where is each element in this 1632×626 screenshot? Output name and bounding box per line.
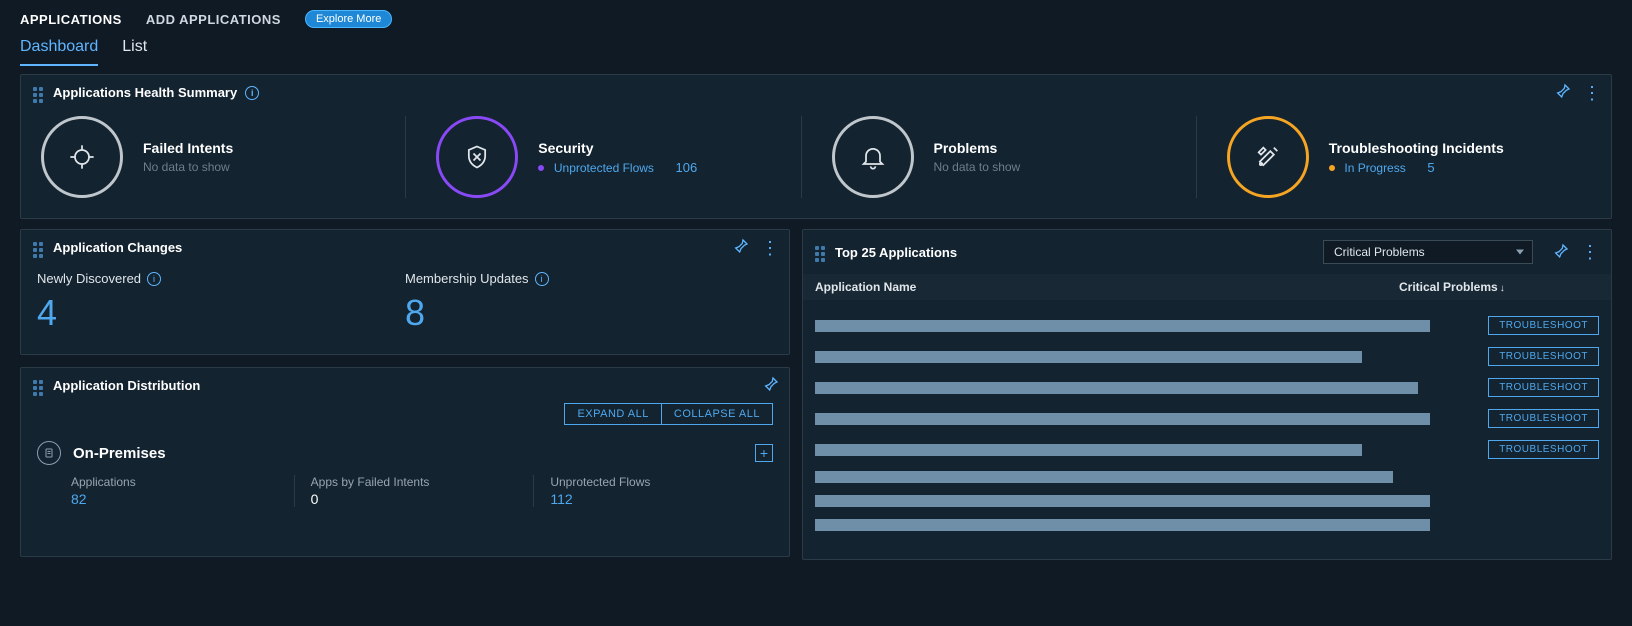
newly-discovered-label: Newly Discovered [37, 271, 141, 286]
bell-icon [832, 116, 914, 198]
metric-unprotected-flows-value[interactable]: 112 [550, 491, 773, 507]
shield-x-icon [436, 116, 518, 198]
metric-unprotected-flows-label: Unprotected Flows [550, 475, 773, 489]
unprotected-flows-count: 106 [676, 160, 698, 175]
more-icon[interactable]: ⋮ [761, 239, 779, 257]
health-security: Security Unprotected Flows 106 [405, 116, 800, 198]
nav-add-applications[interactable]: ADD APPLICATIONS [146, 12, 281, 27]
collapse-all-button[interactable]: COLLAPSE ALL [662, 403, 773, 425]
drag-handle-icon[interactable] [815, 246, 827, 258]
bar [815, 444, 1362, 456]
health-summary-title: Applications Health Summary [53, 85, 237, 100]
top-25-title: Top 25 Applications [835, 245, 957, 260]
nav-applications[interactable]: APPLICATIONS [20, 12, 122, 27]
failed-intents-sub: No data to show [143, 160, 233, 174]
table-row: TROUBLESHOOT [815, 347, 1599, 366]
expand-all-button[interactable]: EXPAND ALL [564, 403, 661, 425]
critical-problems-dropdown[interactable]: Critical Problems [1323, 240, 1533, 264]
info-icon[interactable]: i [245, 86, 259, 100]
drag-handle-icon[interactable] [33, 242, 45, 254]
application-changes-title: Application Changes [53, 240, 182, 255]
pin-icon[interactable] [763, 376, 779, 395]
security-heading: Security [538, 140, 697, 156]
col-critical-problems[interactable]: Critical Problems↓ [1399, 280, 1599, 294]
pin-icon[interactable] [1553, 243, 1569, 262]
explore-more-badge[interactable]: Explore More [305, 10, 392, 28]
table-row: TROUBLESHOOT [815, 440, 1599, 459]
bar [815, 495, 1430, 507]
bar [815, 471, 1393, 483]
health-problems: Problems No data to show [801, 116, 1196, 198]
more-icon[interactable]: ⋮ [1581, 243, 1599, 261]
application-distribution-card: Application Distribution EXPAND ALL COLL… [20, 367, 790, 557]
health-summary-card: Applications Health Summary i ⋮ Failed I… [20, 74, 1612, 219]
pin-icon[interactable] [733, 238, 749, 257]
failed-intents-heading: Failed Intents [143, 140, 233, 156]
unprotected-flows-link[interactable]: Unprotected Flows [554, 161, 654, 175]
table-row: TROUBLESHOOT [815, 316, 1599, 335]
table-row [815, 495, 1599, 507]
add-button[interactable]: + [755, 444, 773, 462]
table-row: TROUBLESHOOT [815, 409, 1599, 428]
top-25-bars: TROUBLESHOOT TROUBLESHOOT TROUBLESHOOT TROU… [803, 300, 1611, 559]
metric-applications-value[interactable]: 82 [71, 491, 294, 507]
bar [815, 382, 1418, 394]
tab-list[interactable]: List [122, 38, 147, 66]
document-icon [37, 441, 61, 465]
troubleshoot-button[interactable]: TROUBLESHOOT [1488, 347, 1599, 366]
drag-handle-icon[interactable] [33, 380, 45, 392]
tools-icon [1227, 116, 1309, 198]
membership-updates-value[interactable]: 8 [405, 292, 773, 334]
table-row [815, 471, 1599, 483]
health-troubleshooting: Troubleshooting Incidents In Progress 5 [1196, 116, 1591, 198]
bar [815, 413, 1430, 425]
troubleshoot-button[interactable]: TROUBLESHOOT [1488, 440, 1599, 459]
dot-icon [538, 165, 544, 171]
pin-icon[interactable] [1555, 83, 1571, 102]
sort-desc-icon: ↓ [1500, 283, 1505, 294]
tab-dashboard[interactable]: Dashboard [20, 38, 98, 66]
info-icon[interactable]: i [147, 272, 161, 286]
bar [815, 320, 1430, 332]
troubleshooting-heading: Troubleshooting Incidents [1329, 140, 1504, 156]
target-icon [41, 116, 123, 198]
troubleshoot-button[interactable]: TROUBLESHOOT [1488, 316, 1599, 335]
in-progress-count: 5 [1427, 160, 1434, 175]
troubleshoot-button[interactable]: TROUBLESHOOT [1488, 409, 1599, 428]
health-failed-intents: Failed Intents No data to show [41, 116, 405, 198]
more-icon[interactable]: ⋮ [1583, 84, 1601, 102]
dot-icon [1329, 165, 1335, 171]
top-25-applications-card: Top 25 Applications Critical Problems ⋮ … [802, 229, 1612, 560]
problems-sub: No data to show [934, 160, 1021, 174]
in-progress-link[interactable]: In Progress [1344, 161, 1405, 175]
on-premises-label: On-Premises [73, 445, 166, 462]
metric-failed-intents-value: 0 [311, 491, 534, 507]
application-distribution-title: Application Distribution [53, 378, 200, 393]
col-application-name[interactable]: Application Name [815, 280, 1399, 294]
bar [815, 519, 1430, 531]
drag-handle-icon[interactable] [33, 87, 45, 99]
table-row [815, 519, 1599, 531]
metric-failed-intents-label: Apps by Failed Intents [311, 475, 534, 489]
problems-heading: Problems [934, 140, 1021, 156]
metric-applications-label: Applications [71, 475, 294, 489]
troubleshoot-button[interactable]: TROUBLESHOOT [1488, 378, 1599, 397]
application-changes-card: Application Changes ⋮ Newly Discovered i… [20, 229, 790, 355]
bar [815, 351, 1362, 363]
newly-discovered-value[interactable]: 4 [37, 292, 405, 334]
membership-updates-label: Membership Updates [405, 271, 529, 286]
table-row: TROUBLESHOOT [815, 378, 1599, 397]
info-icon[interactable]: i [535, 272, 549, 286]
col-critical-problems-label: Critical Problems [1399, 280, 1498, 294]
